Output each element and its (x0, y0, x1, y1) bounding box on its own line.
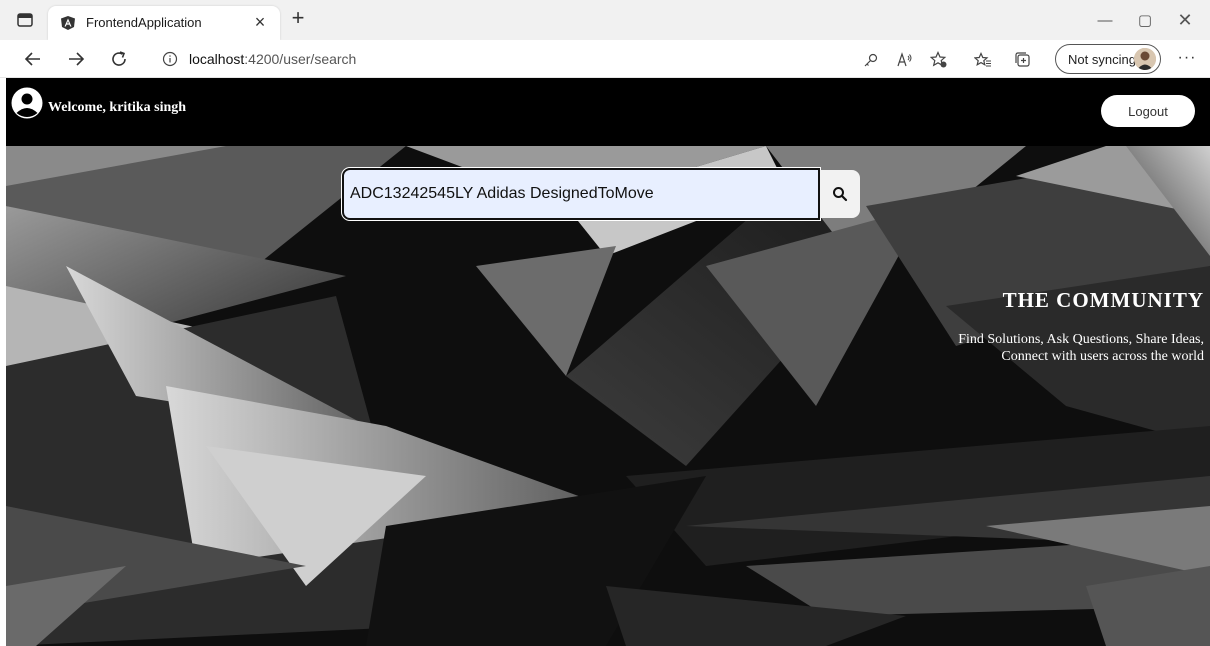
key-icon[interactable] (860, 49, 882, 71)
hero-background (6, 146, 1210, 646)
search-input[interactable]: ADC13242545LY Adidas DesignedToMove (342, 168, 820, 220)
community-tagline: THE COMMUNITY Find Solutions, Ask Questi… (958, 288, 1204, 365)
page-header: Welcome, kritika singh Logout (6, 78, 1210, 146)
profile-avatar (1134, 48, 1156, 70)
community-description-line-1: Find Solutions, Ask Questions, Share Ide… (958, 332, 1204, 347)
browser-tab-bar: FrontendApplication × + — ▢ ✕ (0, 0, 1210, 40)
window-maximize-button[interactable]: ▢ (1130, 8, 1160, 32)
forward-button[interactable] (63, 47, 89, 71)
browser-tab-active[interactable]: FrontendApplication × (48, 6, 280, 40)
refresh-icon (112, 51, 126, 66)
favorites-icon[interactable] (972, 49, 994, 71)
info-icon[interactable] (162, 51, 178, 67)
web-page: Welcome, kritika singh Logout ADC1324254… (6, 78, 1210, 646)
search-button[interactable] (820, 170, 860, 218)
url-text[interactable]: localhost:4200/user/search (189, 51, 356, 67)
window-minimize-button[interactable]: — (1090, 8, 1120, 32)
settings-more-button[interactable]: ··· (1175, 49, 1199, 69)
read-aloud-icon[interactable] (894, 49, 916, 71)
tab-title: FrontendApplication (86, 15, 202, 30)
angular-favicon-icon (61, 16, 75, 30)
search-icon (833, 187, 848, 202)
sync-status-label: Not syncing (1068, 52, 1136, 67)
arrow-left-icon (24, 52, 40, 66)
arrow-right-icon (69, 52, 85, 66)
collections-icon[interactable] (1012, 49, 1034, 71)
welcome-text: Welcome, kritika singh (48, 100, 187, 115)
profile-sync-button[interactable]: Not syncing (1055, 44, 1161, 74)
refresh-button[interactable] (106, 47, 132, 71)
address-bar[interactable]: localhost:4200/user/search (144, 45, 844, 73)
community-title: THE COMMUNITY (1002, 288, 1204, 312)
user-circle-icon (11, 87, 43, 119)
polygon-background-graphic (6, 146, 1210, 646)
back-button[interactable] (20, 47, 46, 71)
window-close-button[interactable]: ✕ (1170, 8, 1200, 32)
add-favorite-icon[interactable] (928, 49, 950, 71)
url-host: localhost (189, 51, 245, 67)
url-path: :4200/user/search (244, 51, 357, 67)
new-tab-button[interactable]: + (286, 7, 310, 31)
logout-button[interactable]: Logout (1101, 95, 1195, 127)
tab-actions-icon[interactable] (16, 12, 34, 28)
browser-toolbar: localhost:4200/user/search Not syncing ·… (0, 40, 1210, 78)
tab-close-icon[interactable]: × (250, 12, 270, 32)
search-box: ADC13242545LY Adidas DesignedToMove (342, 168, 862, 220)
community-description-line-2: Connect with users across the world (1001, 349, 1204, 364)
